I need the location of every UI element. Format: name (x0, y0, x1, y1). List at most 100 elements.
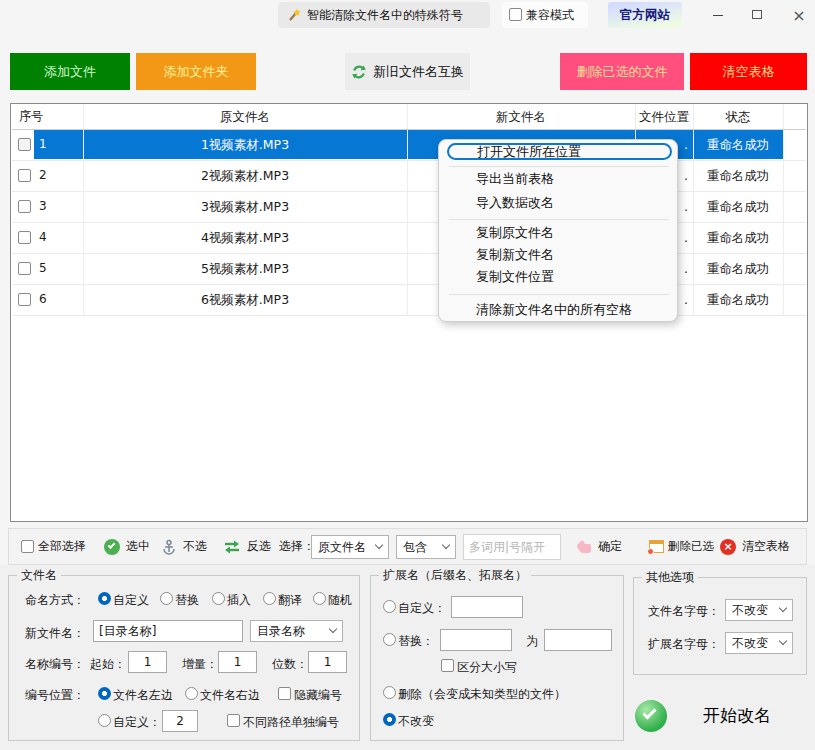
confirm-button[interactable]: 确定 (574, 529, 622, 564)
table-row[interactable]: 3 3视频素材.MP3 . 重命名成功 (11, 191, 805, 222)
naming-replace-label: 替换 (175, 592, 199, 609)
delete-checked-button[interactable]: 删除已选 (649, 529, 714, 564)
field-select[interactable]: 原文件名 (311, 535, 389, 559)
row-checkbox[interactable] (18, 169, 31, 182)
col-header-location[interactable]: 文件位置 (635, 104, 693, 129)
ext-replace-radio[interactable] (383, 633, 396, 646)
pos-left-label: 文件名左边 (113, 687, 173, 704)
row-checkbox[interactable] (18, 293, 31, 306)
pos-custom-input[interactable]: 2 (162, 710, 198, 732)
table-row[interactable]: 4 4视频素材.MP3 . 重命名成功 (11, 222, 805, 253)
naming-random-label: 随机 (328, 592, 352, 609)
row-checkbox[interactable] (18, 262, 31, 275)
confirm-label: 确定 (598, 538, 622, 555)
row-checkbox[interactable] (18, 200, 31, 213)
ext-replace-from-input[interactable] (440, 629, 512, 651)
app-window: { "titlebar": { "app_title": "智能清除文件名中的特… (0, 0, 815, 750)
hide-number-checkbox[interactable] (278, 687, 291, 700)
clear-table-quick-button[interactable]: × 清空表格 (720, 529, 790, 564)
menu-item-import-rename[interactable]: 导入数据改名 (476, 191, 554, 215)
keywords-input[interactable]: 多词用|号隔开 (463, 534, 561, 560)
start-rename-button[interactable]: 开始改名 (633, 685, 807, 746)
ext-custom-label: 自定义： (398, 600, 446, 617)
ext-custom-input[interactable] (451, 596, 523, 618)
menu-item-copy-orig[interactable]: 复制原文件名 (476, 221, 554, 245)
step-label: 增量： (182, 656, 218, 673)
compat-checkbox[interactable] (509, 8, 522, 21)
extension-group-title: 扩展名（后缀名、拓展名） (379, 567, 531, 584)
ext-keep-radio[interactable] (383, 713, 396, 726)
naming-replace-radio[interactable] (160, 592, 173, 605)
token-select[interactable]: 目录名称 (250, 620, 343, 642)
separate-paths-checkbox[interactable] (227, 714, 240, 727)
pos-custom-radio[interactable] (98, 714, 111, 727)
ext-case-select[interactable]: 不改变 (725, 632, 793, 654)
menu-separator (449, 294, 669, 295)
window-delete-icon (649, 540, 664, 553)
table-row[interactable]: 1 1视频素材.MP3 . 重命名成功 (11, 129, 805, 160)
menu-item-export-table[interactable]: 导出当前表格 (476, 167, 554, 191)
minimize-button[interactable] (705, 0, 731, 30)
digits-input[interactable]: 1 (308, 651, 347, 673)
menu-separator (449, 219, 669, 220)
check-selected-button[interactable]: 选中 (104, 529, 150, 564)
website-button[interactable]: 官方网站 (608, 2, 682, 28)
grid-hline (12, 253, 806, 254)
naming-translate-radio[interactable] (263, 592, 276, 605)
table-row[interactable]: 2 2视频素材.MP3 . 重命名成功 (11, 160, 805, 191)
ext-keep-label: 不改变 (398, 713, 434, 730)
row-checkbox[interactable] (18, 138, 31, 151)
ext-replace-to-input[interactable] (544, 629, 612, 651)
step-input[interactable]: 1 (218, 651, 257, 673)
pos-left-radio[interactable] (98, 687, 111, 700)
menu-item-copy-new[interactable]: 复制新文件名 (476, 243, 554, 267)
case-sensitive-label: 区分大小写 (457, 659, 517, 676)
swap-names-button[interactable]: 新旧文件名互换 (345, 53, 470, 90)
menu-item-open-location[interactable]: 打开文件所在位置 (447, 143, 672, 160)
col-header-status[interactable]: 状态 (693, 104, 783, 129)
row-status: 重命名成功 (693, 191, 783, 222)
case-sensitive-checkbox[interactable] (441, 659, 454, 672)
close-button[interactable]: × (786, 0, 812, 30)
separate-paths-label: 不同路径单独编号 (243, 714, 339, 731)
table-row[interactable]: 5 5视频素材.MP3 . 重命名成功 (11, 253, 805, 284)
swap-names-label: 新旧文件名互换 (373, 63, 464, 81)
start-input[interactable]: 1 (128, 651, 167, 673)
col-header-index[interactable]: 序号 (19, 104, 43, 129)
col-header-orig[interactable]: 原文件名 (83, 104, 407, 129)
naming-translate-label: 翻译 (278, 592, 302, 609)
add-file-button[interactable]: 添加文件 (10, 53, 130, 90)
row-orig-name: 3视频素材.MP3 (83, 191, 407, 222)
naming-custom-radio[interactable] (98, 592, 111, 605)
match-select-value: 包含 (403, 539, 427, 556)
menu-item-copy-location[interactable]: 复制文件位置 (476, 265, 554, 289)
grid-hline (12, 222, 806, 223)
ext-custom-radio[interactable] (383, 600, 396, 613)
clear-table-quick-label: 清空表格 (742, 538, 790, 555)
menu-item-clear-spaces[interactable]: 清除新文件名中的所有空格 (476, 298, 632, 322)
maximize-button[interactable] (745, 0, 771, 30)
invert-selection-button[interactable]: 反选 (223, 529, 271, 564)
wand-icon (286, 7, 302, 23)
add-folder-button[interactable]: 添加文件夹 (136, 53, 256, 90)
ext-delete-radio[interactable] (383, 686, 396, 699)
row-index: 4 (39, 222, 47, 253)
naming-random-radio[interactable] (313, 592, 326, 605)
row-orig-name: 2视频素材.MP3 (83, 160, 407, 191)
start-rename-label: 开始改名 (703, 704, 771, 727)
new-name-input[interactable]: [目录名称] (93, 620, 243, 642)
delete-selected-files-button[interactable]: 删除已选的文件 (560, 53, 684, 90)
row-checkbox[interactable] (18, 231, 31, 244)
col-header-new[interactable]: 新文件名 (407, 104, 635, 129)
select-all-checkbox[interactable] (21, 540, 34, 553)
pos-right-radio[interactable] (185, 687, 198, 700)
match-select[interactable]: 包含 (396, 535, 456, 559)
clear-table-button[interactable]: 清空表格 (690, 53, 807, 90)
filename-case-select[interactable]: 不改变 (725, 599, 793, 621)
grid-hline (12, 160, 806, 161)
table-row[interactable]: 6 6视频素材.MP3 . 重命名成功 (11, 284, 805, 315)
naming-insert-radio[interactable] (212, 592, 225, 605)
row-index: 5 (39, 253, 47, 284)
swap-icon (351, 64, 367, 80)
uncheck-button[interactable]: 不选 (161, 529, 207, 564)
